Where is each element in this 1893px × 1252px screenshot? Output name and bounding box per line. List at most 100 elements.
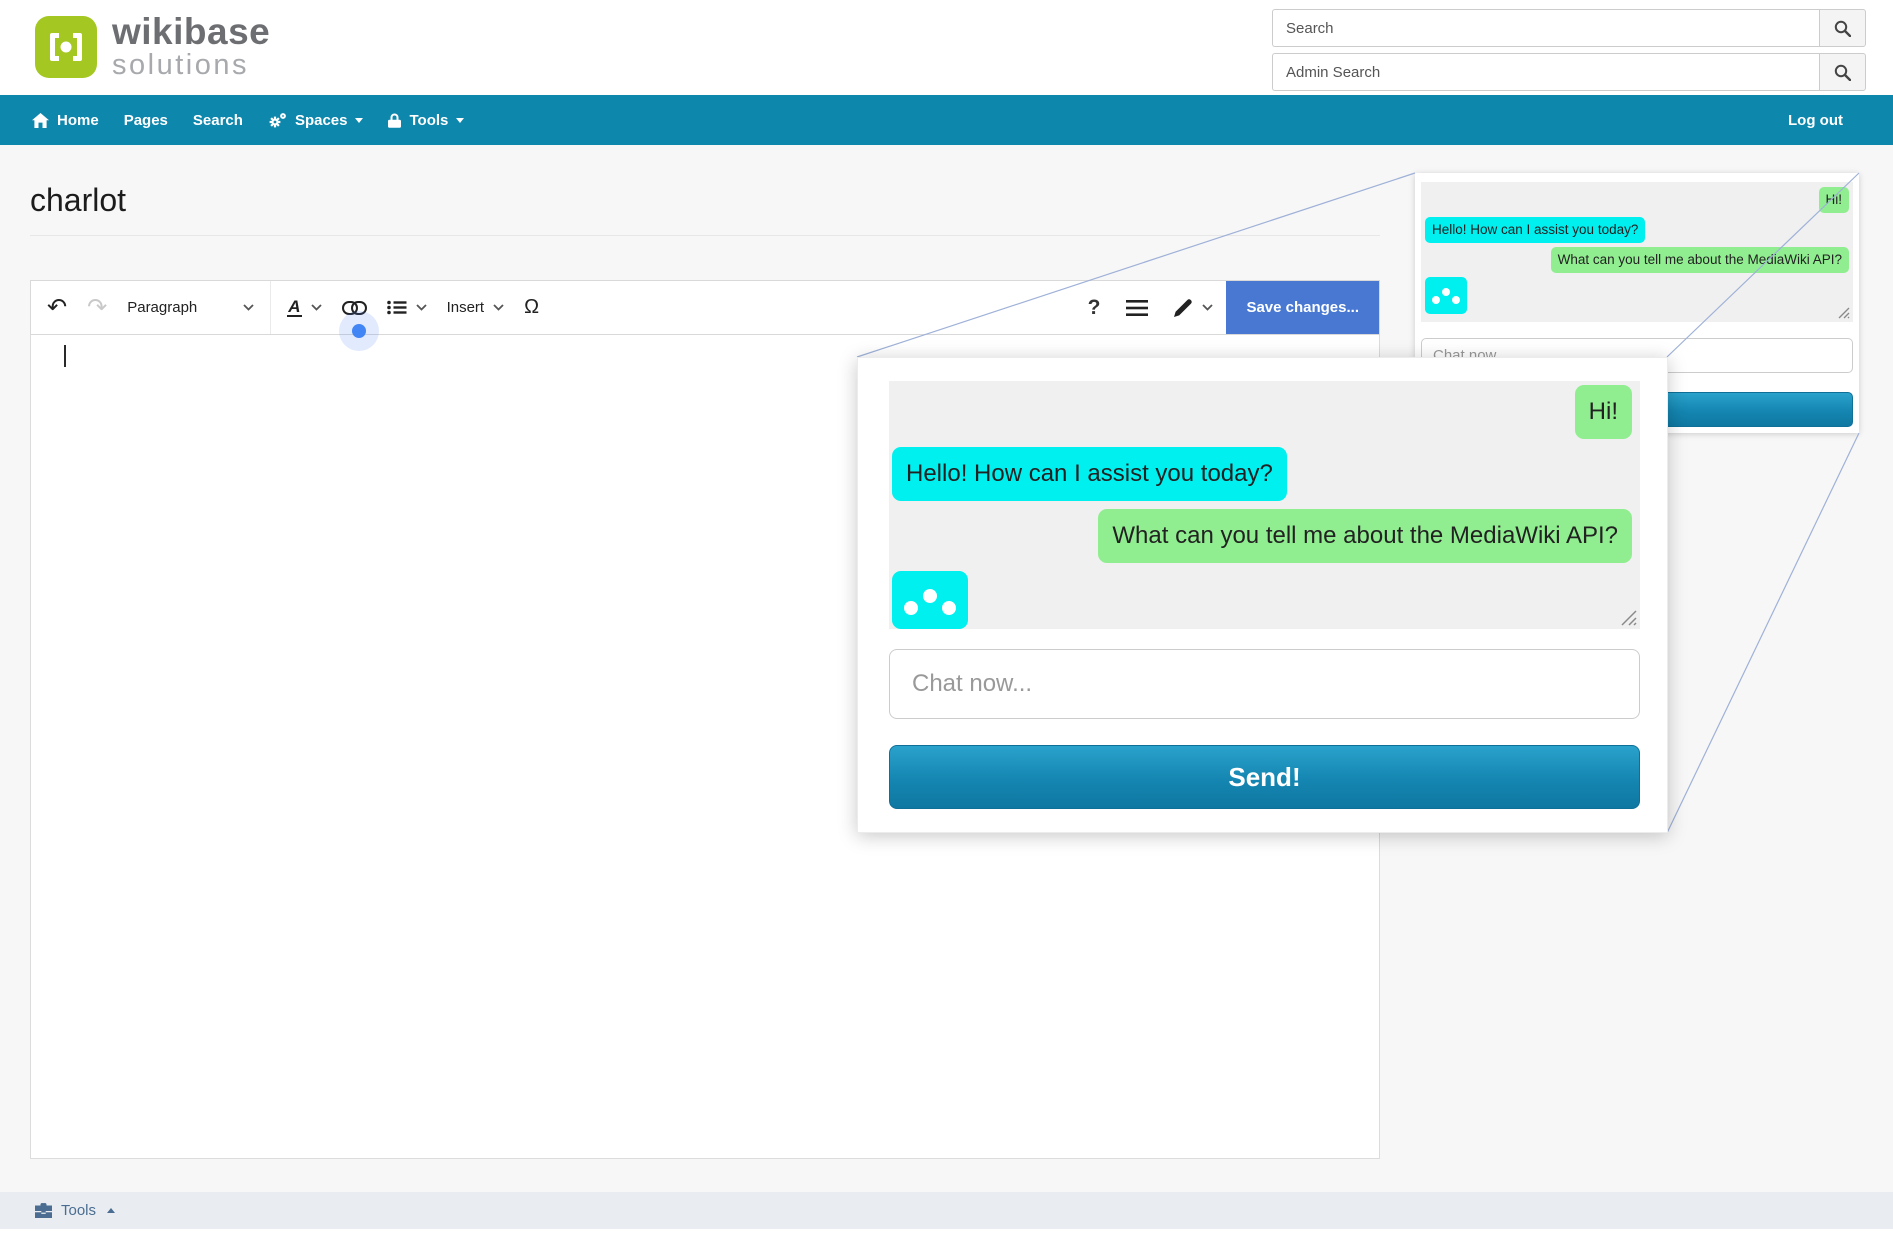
- chat-log: Hi! Hello! How can I assist you today? W…: [1421, 182, 1853, 322]
- admin-search-input[interactable]: [1272, 53, 1819, 91]
- list-structure-dropdown[interactable]: [377, 281, 437, 334]
- home-icon: [32, 113, 49, 128]
- search-icon: [1834, 20, 1851, 37]
- chat-bubble-bot: Hello! How can I assist you today?: [1425, 217, 1645, 243]
- nav-spaces-dropdown[interactable]: Spaces: [268, 112, 364, 129]
- typing-indicator: [1425, 277, 1467, 314]
- text-cursor: [64, 345, 66, 367]
- chat-message-row: Hello! How can I assist you today?: [1425, 217, 1849, 243]
- toolbox-icon: [35, 1203, 52, 1218]
- paragraph-format-dropdown[interactable]: Paragraph: [117, 281, 264, 334]
- search-group: [1272, 9, 1866, 47]
- chat-message-row: What can you tell me about the MediaWiki…: [1425, 247, 1849, 273]
- nav-pages-label: Pages: [124, 112, 168, 129]
- nav-tools-dropdown[interactable]: Tools: [388, 112, 464, 129]
- logo-subtitle: solutions: [112, 50, 270, 80]
- edit-mode-dropdown[interactable]: [1161, 281, 1226, 334]
- chevron-down-icon: [311, 304, 322, 311]
- nav-logout[interactable]: Log out: [1788, 112, 1843, 129]
- save-changes-button[interactable]: Save changes...: [1226, 281, 1379, 334]
- footer-tools-toggle[interactable]: Tools: [61, 1202, 96, 1219]
- insert-label: Insert: [447, 299, 485, 316]
- undo-icon: ↶: [47, 293, 67, 322]
- undo-button[interactable]: ↶: [37, 281, 77, 334]
- nav-search[interactable]: Search: [193, 112, 243, 129]
- special-character-icon: Ω: [524, 296, 539, 319]
- redo-button[interactable]: ↷: [77, 281, 117, 334]
- chat-message-row: Hi!: [1425, 187, 1849, 213]
- footer-bottom-strip: [0, 1229, 1893, 1252]
- page-options-button[interactable]: [1113, 281, 1161, 334]
- nav-tools-label: Tools: [409, 112, 448, 129]
- page: wikibase solutions: [0, 0, 1893, 1252]
- hamburger-menu-icon: [1126, 300, 1148, 316]
- typing-dot: [904, 601, 918, 615]
- chat-message-row: [892, 571, 1632, 629]
- caret-up-icon: [107, 1208, 115, 1213]
- chat-bubble-visitor: Hi!: [1819, 187, 1850, 213]
- nav-home-label: Home: [57, 112, 99, 129]
- typing-dot: [1452, 296, 1460, 304]
- chevron-down-icon: [493, 304, 504, 311]
- editor-toolbar: ↶ ↷ Paragraph A: [30, 280, 1380, 335]
- search-icon: [1834, 64, 1851, 81]
- chevron-down-icon: [456, 118, 464, 123]
- search-button[interactable]: [1819, 9, 1866, 47]
- header-search-area: [1272, 9, 1866, 91]
- chevron-down-icon: [355, 118, 363, 123]
- main-navbar: Home Pages Search: [0, 95, 1893, 145]
- chat-bubble-visitor: What can you tell me about the MediaWiki…: [1098, 509, 1632, 563]
- chat-input[interactable]: [889, 649, 1640, 719]
- pulse-highlight-dot[interactable]: [352, 324, 366, 338]
- chat-send-button[interactable]: Send!: [889, 745, 1640, 809]
- help-button[interactable]: ?: [1075, 281, 1114, 334]
- help-icon: ?: [1088, 296, 1101, 320]
- typing-dot: [923, 589, 937, 603]
- chat-message-row: [1425, 277, 1849, 314]
- nav-spaces-label: Spaces: [295, 112, 348, 129]
- nav-logout-label: Log out: [1788, 112, 1843, 129]
- insert-dropdown[interactable]: Insert: [437, 281, 515, 334]
- chat-message-row: Hello! How can I assist you today?: [892, 447, 1632, 501]
- nav-home[interactable]: Home: [32, 112, 99, 129]
- redo-icon: ↷: [87, 293, 107, 322]
- pencil-icon: [1174, 298, 1193, 317]
- typing-dot: [1432, 296, 1440, 304]
- chat-bubble-bot: Hello! How can I assist you today?: [892, 447, 1287, 501]
- text-style-dropdown[interactable]: A: [277, 281, 331, 334]
- typing-dot: [942, 601, 956, 615]
- typing-dot: [1442, 288, 1450, 296]
- search-input[interactable]: [1272, 9, 1819, 47]
- chat-message-row: Hi!: [892, 385, 1632, 439]
- lock-icon: [388, 113, 401, 128]
- chat-bubble-visitor: Hi!: [1575, 385, 1632, 439]
- typing-indicator: [892, 571, 968, 629]
- wikibase-logo-icon: [35, 16, 97, 78]
- text-style-icon: A: [287, 298, 301, 317]
- logo-text: wikibase solutions: [112, 14, 270, 80]
- admin-search-group: [1272, 53, 1866, 91]
- site-logo[interactable]: wikibase solutions: [35, 14, 270, 80]
- chevron-down-icon: [416, 304, 427, 311]
- toolbar-separator: [270, 281, 271, 334]
- nav-pages[interactable]: Pages: [124, 112, 168, 129]
- special-character-button[interactable]: Ω: [514, 281, 549, 334]
- chat-message-row: What can you tell me about the MediaWiki…: [892, 509, 1632, 563]
- nav-search-label: Search: [193, 112, 243, 129]
- chevron-down-icon: [1202, 304, 1213, 311]
- cogs-icon: [268, 112, 287, 129]
- chat-bubble-visitor: What can you tell me about the MediaWiki…: [1551, 247, 1849, 273]
- admin-search-button[interactable]: [1819, 53, 1866, 91]
- resize-grip-icon[interactable]: [1837, 306, 1850, 319]
- logo-title: wikibase: [112, 14, 270, 50]
- footer-bar: Tools: [0, 1192, 1893, 1229]
- header: wikibase solutions: [0, 0, 1893, 95]
- chat-widget-zoomed: Hi! Hello! How can I assist you today? W…: [857, 357, 1668, 833]
- paragraph-format-label: Paragraph: [127, 299, 197, 316]
- chat-log: Hi! Hello! How can I assist you today? W…: [889, 381, 1640, 629]
- title-divider: [30, 235, 1380, 236]
- bullet-list-icon: [387, 300, 407, 315]
- toolbar-right-cluster: ? Save changes...: [1075, 281, 1379, 334]
- resize-grip-icon[interactable]: [1619, 608, 1637, 626]
- chevron-down-icon: [243, 304, 254, 311]
